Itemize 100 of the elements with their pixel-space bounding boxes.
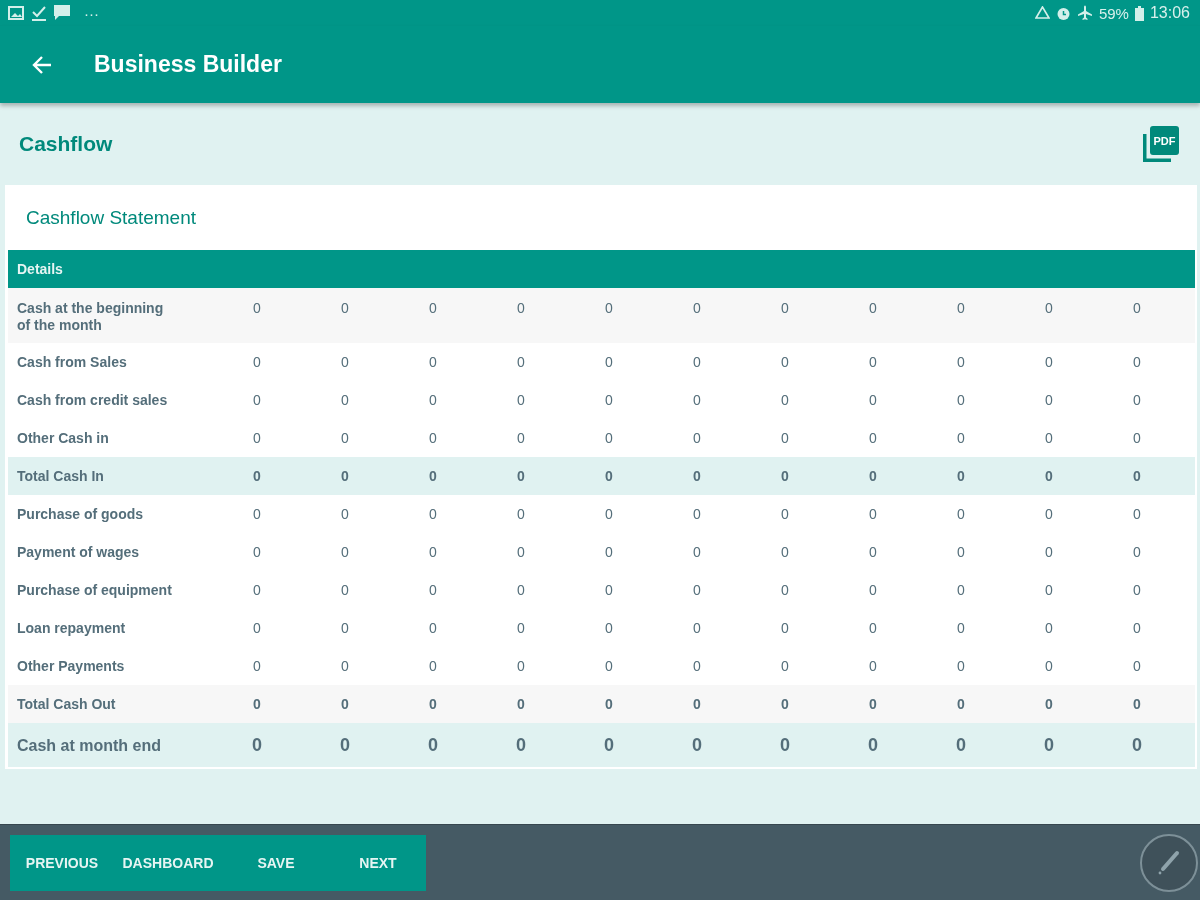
- table-cell-text: 0: [692, 430, 702, 446]
- table-cell-text: 0: [604, 544, 614, 560]
- table-cell-text: 0: [1132, 696, 1142, 712]
- table-cell-text: 0: [252, 696, 262, 712]
- table-cell-text: 0: [340, 620, 350, 636]
- table-cell-text: 0: [692, 300, 702, 316]
- table-cell-text: 0: [340, 506, 350, 522]
- more-notifications: ···: [84, 4, 99, 22]
- table-cell-text: 0: [956, 354, 966, 370]
- table-cell-text: 0: [604, 582, 614, 598]
- table-cell-text: 0: [692, 468, 702, 484]
- table-cell-text: 0: [956, 582, 966, 598]
- edit-button[interactable]: [1140, 834, 1198, 892]
- table-cell-text: 0: [603, 734, 615, 756]
- table-cell-text: 0: [692, 658, 702, 674]
- table-cell-text: 0: [339, 734, 351, 756]
- table-cell-text: 0: [1131, 734, 1143, 756]
- table-cell-text: 0: [340, 354, 350, 370]
- table-cell-text: 0: [692, 354, 702, 370]
- row-label: Other Cash in: [16, 429, 110, 447]
- table-cell-text: 0: [515, 734, 527, 756]
- table-cell-text: 0: [1044, 354, 1054, 370]
- table-cell-text: 0: [692, 392, 702, 408]
- table-cell-text: 0: [604, 696, 614, 712]
- table-cell-text: 0: [780, 354, 790, 370]
- table-cell-text: 0: [1043, 734, 1055, 756]
- table-cell-text: 0: [428, 392, 438, 408]
- table-cell-text: 0: [691, 734, 703, 756]
- battery-icon: [1134, 5, 1144, 21]
- table-cell-text: 0: [428, 430, 438, 446]
- table-cell-text: 0: [1132, 392, 1142, 408]
- table-cell-text: 0: [340, 658, 350, 674]
- row-label: Purchase of equipment: [16, 581, 173, 599]
- table-cell-text: 0: [1132, 468, 1142, 484]
- image-icon: [8, 6, 24, 20]
- table-cell-text: 0: [780, 392, 790, 408]
- table-cell-text: 0: [1132, 658, 1142, 674]
- table-cell-text: 0: [867, 734, 879, 756]
- table-cell-text: 0: [252, 544, 262, 560]
- nav-button[interactable]: SAVE: [222, 834, 330, 891]
- table-cell-text: 0: [516, 392, 526, 408]
- row-label: Payment of wages: [16, 543, 141, 561]
- table-cell-text: 0: [868, 300, 878, 316]
- table-cell-text: 0: [428, 468, 438, 484]
- table-cell-text: 0: [692, 506, 702, 522]
- row-label: Total Cash In: [16, 467, 105, 485]
- table-cell-text: 0: [692, 620, 702, 636]
- table-cell-text: 0: [252, 354, 262, 370]
- table-cell-text: 0: [780, 468, 790, 484]
- table-cell-text: 0: [604, 620, 614, 636]
- table-cell-text: 0: [340, 696, 350, 712]
- airplane-icon: [1076, 5, 1093, 21]
- table-cell-text: 0: [779, 734, 791, 756]
- table-cell-text: 0: [956, 658, 966, 674]
- nav-button[interactable]: NEXT: [330, 834, 426, 891]
- table-cell-text: 0: [1044, 430, 1054, 446]
- clock-time: 13:06: [1149, 4, 1190, 22]
- table-cell-text: 0: [1044, 392, 1054, 408]
- table-cell-text: 0: [252, 582, 262, 598]
- table-cell-text: 0: [780, 506, 790, 522]
- table-cell-text: 0: [780, 658, 790, 674]
- table-cell-text: 0: [956, 544, 966, 560]
- table-cell-text: 0: [252, 468, 262, 484]
- table-cell-text: 0: [252, 300, 262, 316]
- table-cell-text: 0: [604, 430, 614, 446]
- table-cell-text: 0: [692, 544, 702, 560]
- table-cell-text: 0: [780, 620, 790, 636]
- row-label: Purchase of goods: [16, 505, 145, 523]
- table-cell-text: 0: [868, 468, 878, 484]
- row-label: Cash at month end: [16, 736, 162, 754]
- chat-icon: [54, 5, 70, 21]
- table-cell-text: 0: [340, 544, 350, 560]
- table-cell-text: 0: [252, 506, 262, 522]
- table-cell-text: 0: [516, 582, 526, 598]
- table-cell-text: 0: [604, 658, 614, 674]
- table-cell-text: 0: [780, 544, 790, 560]
- table-cell-text: 0: [1132, 506, 1142, 522]
- table-cell-text: 0: [1132, 300, 1142, 316]
- nav-button[interactable]: DASHBOARD: [114, 834, 222, 891]
- table-cell-text: 0: [516, 300, 526, 316]
- table-cell-text: 0: [868, 620, 878, 636]
- table-cell-text: 0: [340, 430, 350, 446]
- table-cell-text: 0: [1044, 300, 1054, 316]
- table-cell-text: 0: [604, 300, 614, 316]
- table-cell-text: 0: [340, 392, 350, 408]
- table-cell-text: 0: [251, 734, 263, 756]
- row-label: Loan repayment: [16, 619, 127, 637]
- table-cell-text: 0: [252, 392, 262, 408]
- table-cell-text: 0: [1132, 620, 1142, 636]
- table-cell-text: 0: [340, 468, 350, 484]
- table-cell-text: 0: [780, 696, 790, 712]
- table-cell-text: 0: [1132, 430, 1142, 446]
- table-cell-text: 0: [516, 544, 526, 560]
- nav-button[interactable]: PREVIOUS: [10, 834, 114, 891]
- table-cell-text: 0: [1044, 696, 1054, 712]
- table-cell-text: 0: [868, 354, 878, 370]
- table-cell-text: 0: [956, 392, 966, 408]
- table-cell-text: 0: [428, 696, 438, 712]
- table-cell-text: 0: [340, 582, 350, 598]
- row-label: Total Cash Out: [16, 695, 117, 713]
